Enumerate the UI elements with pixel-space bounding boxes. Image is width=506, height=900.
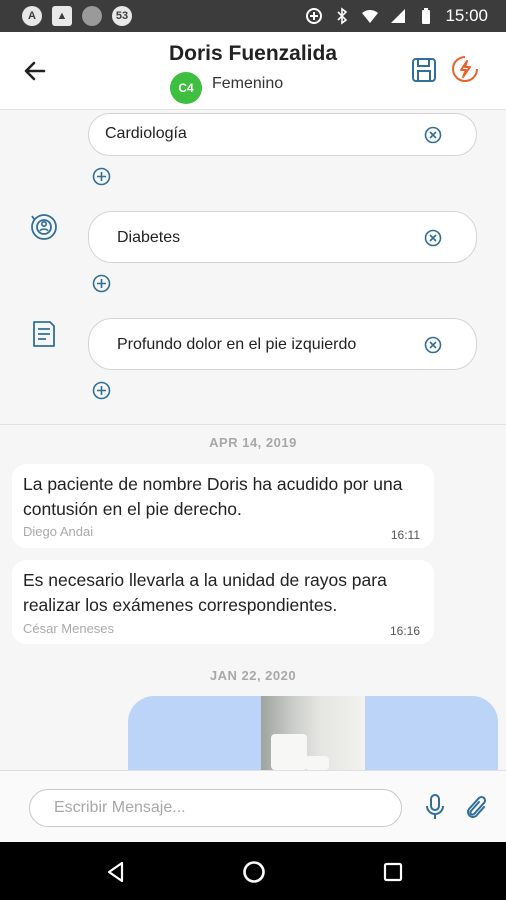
save-icon[interactable] [410,56,438,84]
add-symptom-icon[interactable] [92,381,111,400]
specialty-value: Cardiología [105,125,187,142]
message-text: La paciente de nombre Doris ha acudido p… [23,474,403,519]
nav-home-icon[interactable] [240,858,268,886]
nav-back-icon[interactable] [102,858,130,886]
priority-badge: C4 [170,72,202,104]
message-time: 16:11 [390,528,420,542]
app-header: Doris Fuenzalida C4 Femenino [0,32,506,110]
status-bar-system: 15:00 [305,6,488,26]
message-input[interactable] [29,789,402,827]
app-a-icon: A [22,6,42,26]
emergency-bolt-icon[interactable] [450,54,480,84]
allergy-icon [31,214,57,240]
section-divider [0,424,506,425]
date-separator: APR 14, 2019 [209,435,297,450]
add-condition-icon[interactable] [92,274,111,293]
photo-detail [271,734,307,770]
clear-icon[interactable] [424,126,442,144]
android-nav-bar [0,842,506,900]
message-time: 16:16 [389,624,420,638]
message-text: Es necesario llevarla a la unidad de ray… [23,570,387,615]
message-composer [0,770,506,842]
status-bar-notifications: A ▲ 53 [22,6,132,26]
symptom-field[interactable]: Profundo dolor en el pie izquierdo [88,318,477,370]
notes-icon [33,321,55,347]
symptom-value: Profundo dolor en el pie izquierdo [117,336,357,353]
date-separator: JAN 22, 2020 [209,668,297,683]
message-author: Diego Andai [23,524,94,539]
dot-icon [82,6,102,26]
image-message[interactable] [128,696,498,770]
data-saver-icon [306,8,323,24]
patient-gender: Femenino [212,75,284,92]
condition-value: Diabetes [117,229,181,246]
microphone-icon[interactable] [424,793,446,821]
add-specialty-icon[interactable] [92,167,111,186]
photo-detail [305,756,329,770]
signal-icon [391,9,406,23]
battery-icon [422,8,431,24]
chat-message[interactable]: La paciente de nombre Doris ha acudido p… [12,464,434,548]
chat-message[interactable]: Es necesario llevarla a la unidad de ray… [12,560,434,644]
message-author: César Meneses [23,621,115,636]
image-icon: ▲ [52,6,72,26]
status-bar: A ▲ 53 15:00 [0,0,506,32]
patient-subtitle: C4 Femenino [170,72,283,104]
condition-field[interactable]: Diabetes [88,211,477,263]
specialty-field[interactable]: Cardiología [88,113,477,156]
clear-icon[interactable] [424,229,442,247]
notification-count-icon: 53 [112,6,132,26]
message-photo[interactable] [261,696,365,770]
clear-icon[interactable] [424,336,442,354]
nav-recents-icon[interactable] [379,858,407,886]
bluetooth-icon [337,7,348,25]
wifi-icon [362,9,379,23]
attachment-icon[interactable] [464,793,490,821]
status-time: 15:00 [445,6,488,25]
